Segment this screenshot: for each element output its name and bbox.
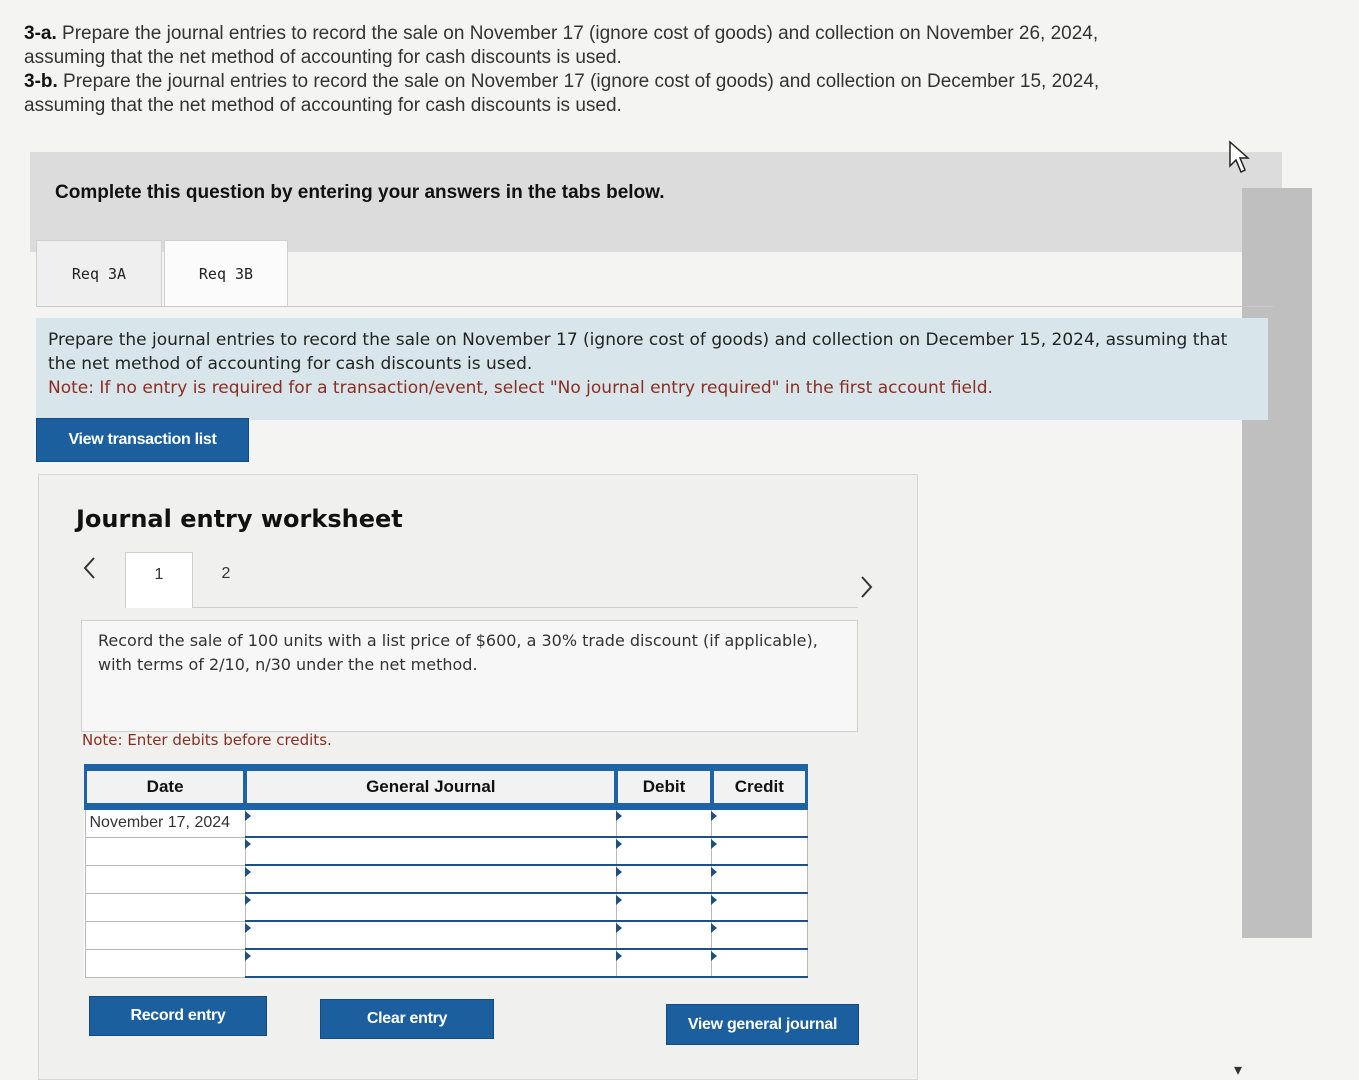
question-3a-text-cont: assuming that the net method of accounti… (24, 47, 622, 68)
cursor-pointer-icon (1226, 140, 1254, 181)
worksheet-page-2-label: 2 (221, 565, 231, 582)
worksheet-page-1-label: 1 (154, 566, 164, 583)
record-entry-label: Record entry (130, 1007, 226, 1024)
view-transaction-list-label: View transaction list (68, 431, 217, 448)
account-field[interactable] (244, 864, 617, 894)
requirement-text: Prepare the journal entries to record th… (48, 330, 1228, 374)
account-field[interactable] (244, 948, 617, 978)
date-cell (84, 836, 246, 866)
question-3b-text-cont: assuming that the net method of accounti… (24, 95, 622, 116)
debit-field[interactable] (615, 920, 713, 950)
credit-field[interactable] (711, 808, 808, 838)
date-cell: November 17, 2024 (84, 808, 246, 838)
chevron-right-icon[interactable] (858, 574, 876, 607)
debit-field[interactable] (615, 864, 713, 894)
header-credit: Credit (710, 764, 809, 810)
table-row (84, 948, 808, 978)
view-transaction-list-button[interactable]: View transaction list (36, 418, 249, 462)
record-entry-button[interactable]: Record entry (89, 996, 267, 1036)
question-3b-text: Prepare the journal entries to record th… (57, 71, 1100, 92)
debit-field[interactable] (615, 892, 713, 922)
date-cell (84, 864, 246, 894)
date-cell (84, 892, 246, 922)
tab-req-3b[interactable]: Req 3B (164, 240, 288, 306)
chevron-down-icon[interactable]: ▾ (1234, 1060, 1242, 1080)
transaction-description: Record the sale of 100 units with a list… (81, 620, 858, 732)
requirement-note: Note: If no entry is required for a tran… (48, 378, 993, 398)
question-3a-label: 3-a. (24, 23, 57, 44)
tab-req-3a[interactable]: Req 3A (36, 240, 162, 306)
scrollbar[interactable] (1242, 188, 1312, 938)
date-cell (84, 920, 246, 950)
debit-field[interactable] (615, 808, 713, 838)
debit-credit-note: Note: Enter debits before credits. (82, 731, 332, 749)
credit-field[interactable] (711, 948, 808, 978)
worksheet-page-1[interactable]: 1 (125, 552, 193, 608)
date-cell (84, 948, 246, 978)
debit-field[interactable] (615, 836, 713, 866)
banner-text: Complete this question by entering your … (55, 182, 665, 203)
question-3a-text: Prepare the journal entries to record th… (56, 23, 1099, 44)
credit-field[interactable] (711, 864, 808, 894)
table-row (84, 864, 808, 894)
credit-field[interactable] (711, 892, 808, 922)
question-3a: 3-a. Prepare the journal entries to reco… (24, 22, 1324, 118)
worksheet-title: Journal entry worksheet (76, 505, 403, 533)
chevron-left-icon[interactable] (80, 555, 98, 588)
requirement-instructions: Prepare the journal entries to record th… (36, 318, 1268, 420)
worksheet-page-2[interactable]: 2 (196, 552, 256, 608)
table-row (84, 892, 808, 922)
view-general-journal-label: View general journal (687, 1016, 838, 1033)
header-debit: Debit (615, 764, 713, 810)
header-general-journal: General Journal (244, 764, 618, 810)
account-field[interactable] (244, 808, 617, 838)
tab-req-3a-label: Req 3A (71, 265, 127, 283)
transaction-description-text: Record the sale of 100 units with a list… (98, 631, 818, 674)
account-field[interactable] (244, 892, 617, 922)
header-date: Date (83, 764, 247, 810)
table-row: November 17, 2024 (84, 808, 808, 838)
journal-table: Date General Journal Debit Credit Novemb… (83, 764, 809, 978)
page-tab-divider (193, 607, 858, 608)
credit-field[interactable] (711, 920, 808, 950)
instructions-banner: Complete this question by entering your … (30, 152, 1282, 252)
table-row (84, 836, 808, 866)
view-general-journal-button[interactable]: View general journal (666, 1004, 859, 1045)
clear-entry-button[interactable]: Clear entry (320, 999, 494, 1039)
account-field[interactable] (244, 836, 617, 866)
debit-field[interactable] (615, 948, 713, 978)
clear-entry-label: Clear entry (366, 1010, 448, 1027)
account-field[interactable] (244, 920, 617, 950)
tab-divider (36, 306, 1274, 307)
question-3b-label: 3-b. (24, 71, 58, 92)
credit-field[interactable] (711, 836, 808, 866)
table-row (84, 920, 808, 950)
tab-req-3b-label: Req 3B (198, 265, 254, 283)
